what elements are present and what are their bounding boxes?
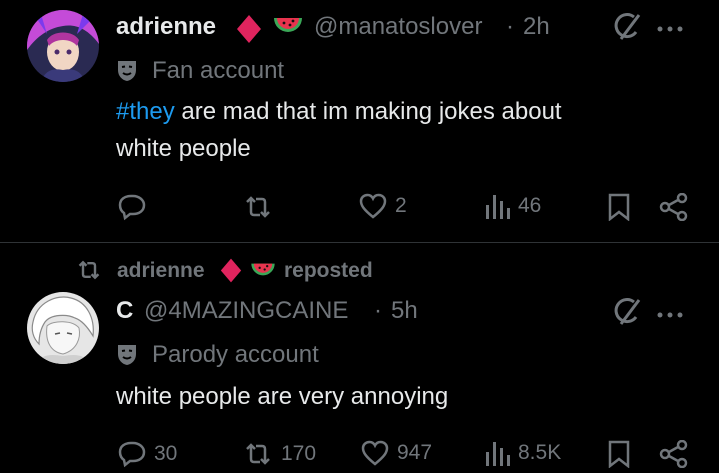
bookmark-icon[interactable] (607, 440, 631, 473)
like-count: 947 (397, 441, 433, 464)
views-button[interactable]: 8.5K (484, 440, 561, 466)
handle[interactable]: @manatoslover (314, 13, 482, 41)
repost-count: 170 (281, 442, 317, 465)
repost-icon (243, 193, 273, 221)
reply-button[interactable] (118, 193, 154, 221)
post-text: #they are mad that im making jokes about… (116, 93, 676, 167)
repost-icon (243, 440, 273, 468)
share-icon[interactable] (659, 439, 689, 473)
mask-icon (116, 342, 138, 371)
repost-icon (76, 258, 102, 287)
post-text-line2: white people (116, 135, 251, 162)
display-name[interactable]: adrienne (116, 13, 216, 41)
reply-icon (118, 193, 146, 221)
display-name[interactable]: C (116, 297, 133, 325)
mask-icon (116, 58, 138, 87)
timestamp[interactable]: 2h (523, 13, 550, 41)
separator: · (506, 13, 514, 40)
views-count: 46 (518, 194, 542, 217)
repost-button[interactable]: 170 (243, 440, 316, 468)
post-text: white people are very annoying (116, 383, 449, 410)
account-label: Fan account (152, 57, 285, 84)
post-text-line1: are mad that im making jokes about (174, 98, 562, 125)
like-icon (359, 193, 387, 219)
grok-icon[interactable] (612, 12, 642, 47)
avatar[interactable] (27, 10, 99, 82)
repost-button[interactable] (243, 193, 281, 221)
reply-count: 30 (154, 442, 178, 465)
views-button[interactable]: 46 (484, 193, 541, 219)
separator: · (374, 297, 382, 324)
bookmark-icon[interactable] (607, 193, 631, 226)
hashtag-link[interactable]: #they (116, 98, 175, 125)
handle[interactable]: @4MAZINGCAINE (144, 297, 348, 325)
watermelon-icon (249, 262, 277, 287)
grok-icon[interactable] (612, 297, 642, 332)
more-icon[interactable] (656, 306, 684, 324)
diamond-icon (220, 257, 242, 289)
views-icon (484, 193, 510, 219)
timestamp[interactable]: 5h (391, 297, 418, 325)
avatar[interactable] (27, 292, 99, 364)
reposted-label: reposted (284, 259, 373, 282)
reply-button[interactable]: 30 (118, 440, 177, 468)
diamond-icon (236, 14, 262, 49)
views-icon (484, 440, 510, 466)
views-count: 8.5K (518, 441, 562, 464)
divider (0, 242, 719, 243)
share-icon[interactable] (659, 192, 689, 226)
reposter-name[interactable]: adrienne (117, 259, 205, 283)
watermelon-icon (272, 16, 304, 45)
more-icon[interactable] (656, 20, 684, 38)
like-button[interactable]: 2 (359, 193, 407, 219)
like-count: 2 (395, 194, 407, 217)
like-icon (361, 440, 389, 466)
reply-icon (118, 440, 146, 468)
like-button[interactable]: 947 (361, 440, 432, 466)
account-label: Parody account (152, 341, 319, 368)
